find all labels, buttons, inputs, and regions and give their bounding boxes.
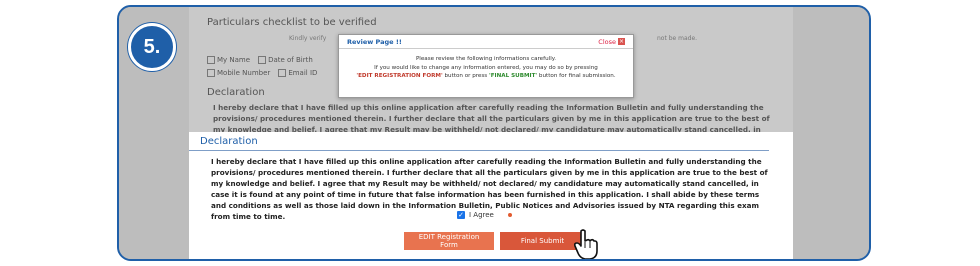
step-number-badge: 5. (128, 23, 176, 71)
agree-row: ✓ I Agree (457, 211, 512, 219)
final-submit-reference: 'FINAL SUBMIT' (489, 73, 538, 79)
right-margin (791, 7, 869, 259)
modal-title: Review Page !! (347, 37, 402, 46)
close-icon: × (618, 38, 625, 45)
declaration-text-dimmed: I hereby declare that I have filled up t… (213, 103, 770, 132)
checklist-title: Particulars checklist to be verified (207, 17, 377, 28)
modal-line-2: If you would like to change any informat… (374, 64, 598, 71)
checklist-row-2: Mobile Number Email ID (207, 69, 317, 77)
close-label: Close (598, 37, 616, 46)
required-dot-icon (507, 213, 512, 217)
agree-label: I Agree (469, 211, 494, 219)
modal-close-button[interactable]: Close × (598, 38, 625, 46)
checklist-item-email[interactable]: Email ID (278, 69, 317, 77)
modal-line-1: Please review the following informations… (415, 56, 557, 62)
divider (189, 150, 769, 151)
checkbox-icon (207, 56, 215, 64)
checklist-item-mobile[interactable]: Mobile Number (207, 69, 270, 77)
declaration-section: Declaration I hereby declare that I have… (189, 132, 793, 259)
declaration-title-dimmed: Declaration (207, 87, 265, 98)
checkbox-icon (207, 69, 215, 77)
review-modal: Review Page !! Close × Please review the… (338, 34, 634, 98)
edit-form-reference: 'EDIT REGISTRATION FORM' (356, 73, 443, 79)
checklist-row-1: My Name Date of Birth (207, 56, 313, 64)
modal-header: Review Page !! Close × (339, 35, 633, 49)
edit-registration-button[interactable]: EDIT Registration Form (404, 232, 494, 250)
checkbox-icon (278, 69, 287, 77)
declaration-title: Declaration (200, 136, 258, 147)
modal-body: Please review the following informations… (339, 49, 633, 81)
checklist-item-name[interactable]: My Name (207, 56, 250, 64)
checklist-item-dob[interactable]: Date of Birth (258, 56, 313, 64)
modal-line-3: 'EDIT REGISTRATION FORM' button or press… (356, 73, 616, 79)
hand-cursor-icon (573, 229, 598, 259)
checklist-instruction-end: not be made. (657, 35, 698, 42)
checklist-instruction: Kindly verify (289, 35, 327, 42)
checkbox-icon (258, 56, 267, 64)
agree-checkbox[interactable]: ✓ (457, 211, 465, 219)
